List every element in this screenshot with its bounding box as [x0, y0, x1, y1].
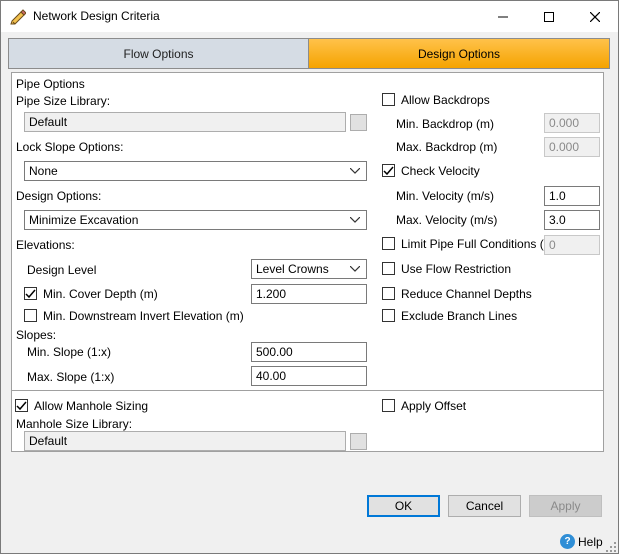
- lock-slope-label: Lock Slope Options:: [16, 140, 124, 154]
- min-velocity-value: 1.0: [549, 189, 566, 203]
- tab-design-options[interactable]: Design Options: [308, 38, 610, 69]
- design-level-value: Level Crowns: [256, 262, 329, 276]
- min-velocity-label: Min. Velocity (m/s): [396, 189, 495, 203]
- max-velocity-label: Max. Velocity (m/s): [396, 213, 498, 227]
- ok-button[interactable]: OK: [367, 495, 440, 517]
- pipe-size-library-field: Default: [24, 112, 346, 132]
- use-flow-restriction-label: Use Flow Restriction: [401, 262, 512, 276]
- manhole-size-library-value: Default: [29, 434, 68, 448]
- min-backdrop-label: Min. Backdrop (m): [396, 117, 495, 131]
- min-cover-depth-input[interactable]: 1.200: [251, 284, 367, 304]
- checkmark-icon: [383, 166, 394, 176]
- manhole-size-library-label: Manhole Size Library:: [16, 417, 133, 431]
- check-velocity-checkbox[interactable]: [382, 164, 395, 177]
- window-title: Network Design Criteria: [33, 9, 160, 23]
- min-downstream-invert-label: Min. Downstream Invert Elevation (m): [43, 309, 244, 323]
- max-slope-input[interactable]: 40.00: [251, 366, 367, 386]
- max-velocity-input[interactable]: 3.0: [544, 210, 600, 230]
- use-flow-restriction-checkbox[interactable]: [382, 262, 395, 275]
- close-icon: [590, 11, 600, 22]
- min-cover-depth-label: Min. Cover Depth (m): [43, 287, 158, 301]
- maximize-button[interactable]: [526, 1, 572, 32]
- pipe-size-library-label: Pipe Size Library:: [16, 94, 111, 108]
- pipe-size-library-value: Default: [29, 115, 68, 129]
- limit-pipe-full-value: 0: [549, 238, 556, 252]
- min-slope-input[interactable]: 500.00: [251, 342, 367, 362]
- pipe-size-library-browse-button[interactable]: [350, 114, 367, 131]
- help-label: Help: [578, 534, 603, 549]
- max-backdrop-input[interactable]: 0.000: [544, 137, 600, 157]
- design-options-label: Design Options:: [16, 189, 102, 203]
- max-velocity-value: 3.0: [549, 213, 566, 227]
- cancel-button[interactable]: Cancel: [448, 495, 521, 517]
- lock-slope-value: None: [29, 164, 58, 178]
- design-level-select[interactable]: Level Crowns: [251, 259, 367, 279]
- design-level-label: Design Level: [27, 263, 97, 277]
- tab-strip: Flow Options Design Options: [8, 38, 610, 69]
- design-options-select[interactable]: Minimize Excavation: [24, 210, 367, 230]
- allow-backdrops-checkbox[interactable]: [382, 93, 395, 106]
- pencil-ruler-icon: [10, 9, 26, 25]
- min-cover-depth-checkbox[interactable]: [24, 287, 37, 300]
- max-slope-label: Max. Slope (1:x): [27, 370, 115, 384]
- exclude-branch-lines-label: Exclude Branch Lines: [401, 309, 518, 323]
- min-downstream-invert-checkbox[interactable]: [24, 309, 37, 322]
- chevron-down-icon: [348, 266, 362, 272]
- dialog-window: Network Design Criteria Flow Options Des…: [0, 0, 619, 554]
- min-slope-value: 500.00: [256, 345, 293, 359]
- help-icon: ?: [560, 534, 575, 549]
- design-options-value: Minimize Excavation: [29, 213, 139, 227]
- manhole-size-library-browse-button[interactable]: [350, 433, 367, 450]
- reduce-channel-depths-checkbox[interactable]: [382, 287, 395, 300]
- close-button[interactable]: [572, 1, 618, 32]
- allow-backdrops-label: Allow Backdrops: [401, 93, 490, 107]
- limit-pipe-full-input[interactable]: 0: [544, 235, 600, 255]
- section-divider: [11, 390, 604, 391]
- slopes-label: Slopes:: [16, 328, 57, 342]
- manhole-size-library-field: Default: [24, 431, 346, 451]
- pipe-options-heading: Pipe Options: [16, 77, 85, 91]
- title-bar: Network Design Criteria: [1, 1, 618, 32]
- checkmark-icon: [25, 289, 36, 299]
- reduce-channel-depths-label: Reduce Channel Depths: [401, 287, 532, 301]
- resize-grip-icon[interactable]: [606, 542, 616, 552]
- allow-manhole-sizing-checkbox[interactable]: [15, 399, 28, 412]
- exclude-branch-lines-checkbox[interactable]: [382, 309, 395, 322]
- min-backdrop-input[interactable]: 0.000: [544, 113, 600, 133]
- maximize-icon: [544, 11, 554, 22]
- minimize-button[interactable]: [480, 1, 526, 32]
- check-velocity-label: Check Velocity: [401, 164, 480, 178]
- allow-manhole-sizing-label: Allow Manhole Sizing: [34, 399, 149, 413]
- elevations-label: Elevations:: [16, 238, 75, 252]
- minimize-icon: [498, 16, 508, 17]
- min-velocity-input[interactable]: 1.0: [544, 186, 600, 206]
- chevron-down-icon: [348, 217, 362, 223]
- limit-pipe-full-label: Limit Pipe Full Conditions (%): [401, 237, 559, 251]
- chevron-down-icon: [348, 168, 362, 174]
- apply-offset-checkbox[interactable]: [382, 399, 395, 412]
- limit-pipe-full-checkbox[interactable]: [382, 237, 395, 250]
- min-backdrop-value: 0.000: [549, 116, 580, 130]
- tab-flow-options[interactable]: Flow Options: [8, 38, 309, 69]
- max-slope-value: 40.00: [256, 369, 287, 383]
- checkmark-icon: [16, 401, 27, 411]
- apply-offset-label: Apply Offset: [401, 399, 467, 413]
- min-slope-label: Min. Slope (1:x): [27, 345, 112, 359]
- lock-slope-select[interactable]: None: [24, 161, 367, 181]
- apply-button[interactable]: Apply: [529, 495, 602, 517]
- help-link[interactable]: ? Help: [560, 534, 603, 549]
- min-cover-depth-value: 1.200: [256, 287, 287, 301]
- max-backdrop-value: 0.000: [549, 140, 580, 154]
- max-backdrop-label: Max. Backdrop (m): [396, 140, 498, 154]
